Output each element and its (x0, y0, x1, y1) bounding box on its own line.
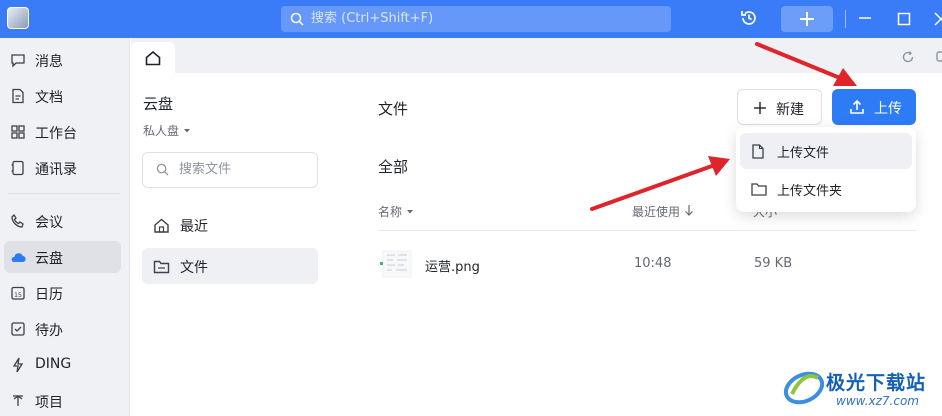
nav-item-label: 待办 (35, 323, 63, 339)
watermark: 极光下载站 www.xz7.com (780, 360, 940, 416)
nav-item-project[interactable]: 项目 (4, 385, 121, 416)
tab-home[interactable] (131, 42, 175, 73)
nav-item-label: 日历 (35, 287, 63, 303)
refresh-icon[interactable] (901, 50, 915, 64)
titlebar-divider (845, 10, 846, 28)
drive-item-recent[interactable]: 最近 (142, 207, 318, 243)
watermark-logo-icon (783, 371, 825, 405)
cloud-icon (11, 253, 26, 263)
nav-item-label: 会议 (35, 215, 63, 231)
file-size: 59 KB (754, 256, 793, 271)
menu-item-label: 上传文件 (777, 146, 830, 161)
nav-item-calendar[interactable]: 15 日历 (4, 277, 121, 309)
nav-item-workbench[interactable]: 工作台 (4, 116, 121, 148)
svg-text:15: 15 (14, 292, 22, 299)
global-search-input[interactable]: 搜索 (Ctrl+Shift+F) (281, 6, 671, 32)
upload-button[interactable]: 上传 (832, 89, 916, 125)
upload-menu: 上传文件 上传文件夹 (736, 127, 916, 212)
drive-switcher[interactable]: 私人盘 (143, 122, 191, 139)
folder-icon (153, 260, 170, 274)
avatar[interactable] (7, 7, 29, 29)
document-icon (12, 88, 24, 104)
phone-icon (11, 213, 24, 228)
minimize-icon[interactable] (858, 11, 872, 25)
watermark-name: 极光下载站 (826, 372, 927, 394)
page-title: 文件 (378, 100, 409, 118)
new-button-label: 新建 (776, 102, 804, 118)
nav-separator (8, 193, 120, 194)
nav-item-label: 通讯录 (35, 162, 77, 178)
calendar-icon: 15 (11, 286, 25, 300)
nav-item-label: 项目 (35, 395, 63, 411)
workbench-icon (11, 125, 25, 139)
plus-icon (800, 12, 814, 26)
project-icon (13, 395, 23, 406)
nav-item-contacts[interactable]: 通讯录 (4, 152, 121, 184)
nav-item-messages[interactable]: 消息 (4, 44, 121, 76)
drive-search-placeholder: 搜索文件 (179, 162, 232, 177)
contacts-icon (11, 160, 24, 176)
drive-search-input[interactable]: 搜索文件 (142, 152, 318, 188)
table-header-divider (378, 230, 916, 231)
home-icon (154, 218, 169, 233)
message-icon (11, 54, 25, 68)
drive-sidebar: 云盘 私人盘 搜索文件 最近 文件 (131, 73, 331, 416)
column-name-label: 名称 (378, 205, 403, 219)
upload-folder-menu-item[interactable]: 上传文件夹 (740, 171, 912, 207)
nav-item-meeting[interactable]: 会议 (4, 205, 121, 237)
column-modified-label: 最近使用 (632, 205, 681, 219)
left-nav: 消息 文档 工作台 通讯录 会议 云盘 15 日历 待办 DING 项目 (0, 38, 130, 416)
nav-item-todo[interactable]: 待办 (4, 313, 121, 345)
drive-item-label: 文件 (180, 260, 208, 276)
menu-item-label: 上传文件夹 (777, 184, 843, 199)
image-thumbnail-icon (380, 250, 412, 278)
history-icon[interactable] (739, 8, 759, 28)
nav-item-label: 消息 (35, 54, 63, 70)
file-icon (752, 144, 764, 159)
drive-item-files[interactable]: 文件 (142, 248, 318, 284)
more-icon[interactable] (935, 50, 942, 64)
create-button[interactable] (781, 6, 833, 32)
close-icon[interactable] (934, 12, 942, 26)
search-icon (290, 12, 304, 26)
new-button[interactable]: 新建 (737, 89, 822, 125)
search-icon (156, 163, 169, 176)
column-header-name[interactable]: 名称 (378, 203, 414, 220)
upload-file-menu-item[interactable]: 上传文件 (740, 133, 912, 169)
tab-strip (131, 38, 942, 73)
file-name[interactable]: 运营.png (425, 256, 480, 275)
sort-down-icon (684, 205, 693, 216)
nav-item-label: 云盘 (35, 251, 63, 267)
watermark-url: www.xz7.com (836, 394, 919, 408)
column-header-modified[interactable]: 最近使用 (632, 203, 694, 220)
plus-icon (754, 102, 766, 114)
caret-down-icon (406, 210, 413, 214)
drive-item-label: 最近 (180, 219, 208, 235)
nav-item-label: DING (35, 356, 72, 372)
caret-down-icon (183, 129, 190, 133)
upload-icon (850, 99, 864, 114)
nav-item-label: 工作台 (35, 126, 77, 142)
nav-item-drive[interactable]: 云盘 (4, 241, 121, 273)
section-title: 全部 (378, 158, 409, 176)
folder-icon (751, 183, 767, 196)
lightning-icon (12, 357, 24, 373)
nav-item-label: 文档 (35, 90, 63, 106)
drive-subtitle: 私人盘 (143, 124, 180, 138)
nav-item-ding[interactable]: DING (4, 349, 121, 381)
global-search-placeholder: 搜索 (Ctrl+Shift+F) (311, 11, 434, 26)
title-bar: 搜索 (Ctrl+Shift+F) (0, 0, 942, 38)
file-modified: 10:48 (634, 256, 672, 271)
upload-button-label: 上传 (874, 101, 902, 117)
drive-title: 云盘 (143, 95, 174, 113)
todo-icon (11, 322, 25, 336)
home-icon (145, 50, 161, 66)
nav-item-documents[interactable]: 文档 (4, 80, 121, 112)
maximize-icon[interactable] (897, 12, 911, 26)
